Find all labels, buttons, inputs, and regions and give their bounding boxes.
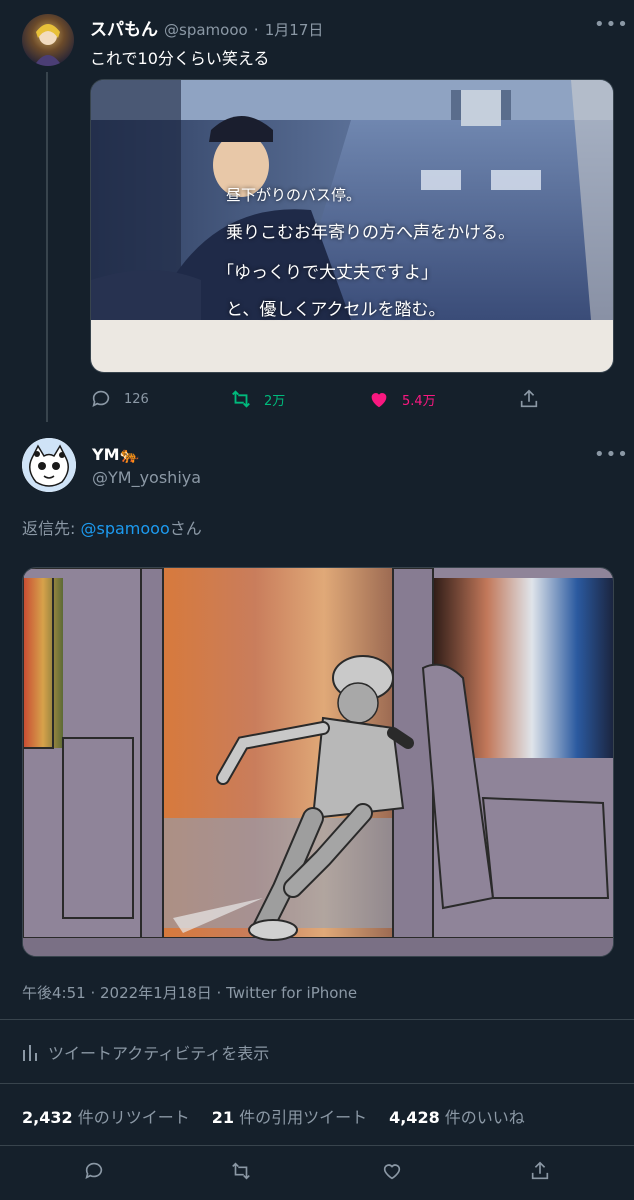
tweet-date[interactable]: 1月17日 <box>265 19 324 40</box>
retweet-count: 2万 <box>264 393 286 409</box>
heart-icon <box>371 393 387 408</box>
likes-num: 4,428 <box>389 1108 440 1127</box>
divider <box>0 1083 634 1084</box>
reply-button[interactable] <box>83 1160 105 1182</box>
retweets-label: 件のリツイート <box>77 1108 190 1127</box>
reply-context: 返信先: @spamoooさん <box>22 515 202 539</box>
reply-suffix: さん <box>169 519 202 538</box>
likes-stat[interactable]: 4,428 件のいいね <box>389 1104 525 1128</box>
reply-icon <box>92 390 110 407</box>
share-icon <box>531 1161 549 1180</box>
reply-icon <box>85 1162 103 1179</box>
like-button[interactable] <box>381 1160 403 1182</box>
bus-cartoon-illustration <box>23 568 613 956</box>
tweet-activity-link[interactable]: ツイートアクティビティを表示 <box>22 1040 269 1064</box>
like-button[interactable]: 5.4万 <box>368 388 436 410</box>
user-handle[interactable]: @spamooo <box>164 21 248 39</box>
tweet-image[interactable] <box>22 567 614 957</box>
reply-button[interactable]: 126 <box>90 388 149 410</box>
more-icon[interactable]: ••• <box>594 444 629 465</box>
caption-line-2: 乗りこむお年寄りの方へ声をかける。 <box>226 223 515 243</box>
caption-line-4: と、優しくアクセルを踏む。 <box>226 300 446 320</box>
retweet-icon <box>232 1162 250 1180</box>
caption-line-3: 「ゆっくりで大丈夫ですよ」 <box>217 263 438 283</box>
tweet-text: これで10分くらい笑える <box>90 49 270 68</box>
avatar[interactable] <box>22 14 74 66</box>
reply-prefix: 返信先: <box>22 519 81 538</box>
retweets-num: 2,432 <box>22 1108 73 1127</box>
quotes-label: 件の引用ツイート <box>239 1108 368 1127</box>
like-count: 5.4万 <box>402 393 436 409</box>
retweet-button[interactable] <box>230 1160 252 1182</box>
display-name[interactable]: YM🐅 <box>92 445 139 464</box>
quotes-num: 21 <box>211 1108 234 1127</box>
activity-icon <box>23 1045 37 1061</box>
reply-to-link[interactable]: @spamooo <box>80 519 169 538</box>
share-button[interactable] <box>529 1160 551 1182</box>
quotes-stat[interactable]: 21 件の引用ツイート <box>212 1104 367 1128</box>
retweet-icon <box>232 390 250 408</box>
avatar-illustration <box>22 438 76 492</box>
thread-line <box>46 72 48 422</box>
avatar-illustration <box>34 24 62 66</box>
retweet-button[interactable]: 2万 <box>230 388 285 410</box>
divider <box>0 1145 634 1146</box>
tweet-image[interactable]: 昼下がりのバス停。 乗りこむお年寄りの方へ声をかける。 「ゆっくりで大丈夫ですよ… <box>90 79 614 373</box>
reply-count: 126 <box>124 391 149 407</box>
tweet-timestamp[interactable]: 午後4:51 · 2022年1月18日 · Twitter for iPhone <box>22 982 357 1003</box>
retweets-stat[interactable]: 2,432 件のリツイート <box>22 1104 190 1128</box>
avatar[interactable] <box>22 438 76 492</box>
likes-label: 件のいいね <box>444 1108 525 1127</box>
share-icon <box>520 389 538 408</box>
divider <box>0 1019 634 1020</box>
activity-label: ツイートアクティビティを表示 <box>48 1044 270 1063</box>
user-handle[interactable]: @YM_yoshiya <box>92 468 201 487</box>
more-icon[interactable]: ••• <box>594 14 629 35</box>
heart-icon <box>383 1164 401 1180</box>
caption-line-1: 昼下がりのバス停。 <box>226 186 362 204</box>
display-name[interactable]: スパもん <box>90 15 158 40</box>
engagement-stats: 2,432 件のリツイート 21 件の引用ツイート 4,428 件のいいね <box>22 1104 525 1128</box>
share-button[interactable] <box>518 388 540 410</box>
separator: · <box>253 20 259 39</box>
